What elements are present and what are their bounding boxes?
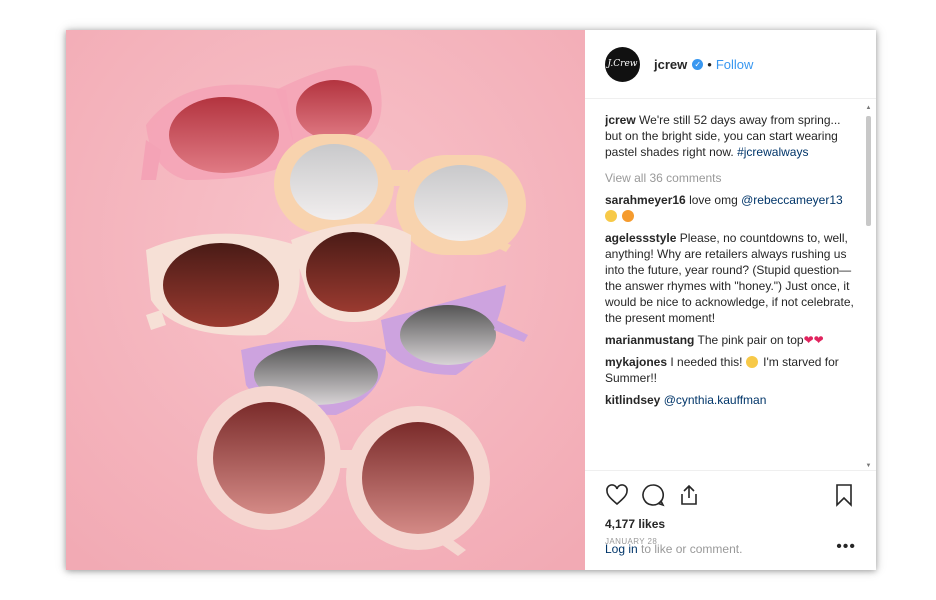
header-separator: • bbox=[707, 56, 712, 72]
heart-eyes-emoji-icon bbox=[622, 210, 635, 222]
bookmark-icon[interactable] bbox=[832, 483, 856, 507]
scroll-down-arrow-icon[interactable]: ▼ bbox=[865, 462, 872, 470]
sunglasses-image bbox=[66, 30, 585, 570]
scroll-up-arrow-icon[interactable]: ▲ bbox=[865, 104, 872, 112]
comments-list[interactable]: jcrew We're still 52 days away from spri… bbox=[605, 112, 855, 470]
comment-text: love omg bbox=[689, 193, 742, 207]
more-options-icon[interactable]: ••• bbox=[836, 538, 856, 556]
comment-username[interactable]: mykajones bbox=[605, 355, 667, 369]
caption: jcrew We're still 52 days away from spri… bbox=[605, 112, 855, 160]
view-all-comments-link[interactable]: View all 36 comments bbox=[605, 170, 855, 186]
caption-hashtag[interactable]: #jcrewalways bbox=[737, 145, 808, 159]
avatar[interactable]: J.Crew bbox=[605, 46, 640, 82]
post-username[interactable]: jcrew bbox=[654, 57, 687, 72]
login-prompt: Log in to like or comment. bbox=[605, 542, 742, 556]
follow-button[interactable]: Follow bbox=[716, 57, 754, 72]
comment-text: I needed this! bbox=[670, 355, 746, 369]
comment-username[interactable]: marianmustang bbox=[605, 333, 694, 347]
post-photo[interactable] bbox=[66, 30, 585, 570]
comment-item: sarahmeyer16 love omg @rebeccameyer13 bbox=[605, 192, 855, 224]
verified-badge-icon: ✓ bbox=[692, 58, 704, 70]
post-header: J.Crew jcrew ✓ • Follow bbox=[585, 30, 876, 99]
heart-icon[interactable] bbox=[605, 483, 629, 507]
heart-emoji-icon: ❤❤ bbox=[803, 333, 824, 347]
comment-icon[interactable] bbox=[641, 483, 665, 507]
likes-count[interactable]: 4,177 likes bbox=[605, 517, 665, 531]
share-icon[interactable] bbox=[677, 483, 701, 507]
post-sidebar: J.Crew jcrew ✓ • Follow jcrew We're stil… bbox=[585, 30, 876, 570]
avatar-logo-text: J.Crew bbox=[607, 59, 638, 69]
grimacing-emoji-icon bbox=[745, 356, 758, 368]
comment-username[interactable]: kitlindsey bbox=[605, 393, 660, 407]
comment-item: kitlindsey @cynthia.kauffman bbox=[605, 392, 855, 408]
comment-item: mykajones I needed this! I'm starved for… bbox=[605, 354, 855, 386]
instagram-post-card: J.Crew jcrew ✓ • Follow jcrew We're stil… bbox=[66, 30, 876, 570]
comment-text: Please, no countdowns to, well, anything… bbox=[605, 231, 854, 325]
caption-username[interactable]: jcrew bbox=[605, 113, 636, 127]
action-icons bbox=[605, 483, 713, 507]
scrollbar-thumb[interactable] bbox=[866, 116, 871, 226]
comment-username[interactable]: agelessstyle bbox=[605, 231, 676, 245]
comment-item: marianmustang The pink pair on top❤❤ bbox=[605, 332, 855, 348]
comment-text: The pink pair on top bbox=[697, 333, 804, 347]
comments-scrollbar[interactable]: ▲ ▼ bbox=[865, 104, 872, 470]
login-prompt-text: to like or comment. bbox=[637, 542, 743, 556]
comment-username[interactable]: sarahmeyer16 bbox=[605, 193, 686, 207]
crying-face-emoji-icon bbox=[605, 210, 617, 222]
comment-mention[interactable]: @cynthia.kauffman bbox=[664, 393, 767, 407]
comment-item: agelessstyle Please, no countdowns to, w… bbox=[605, 230, 855, 326]
login-link[interactable]: Log in bbox=[605, 542, 638, 556]
comment-mention[interactable]: @rebeccameyer13 bbox=[741, 193, 843, 207]
